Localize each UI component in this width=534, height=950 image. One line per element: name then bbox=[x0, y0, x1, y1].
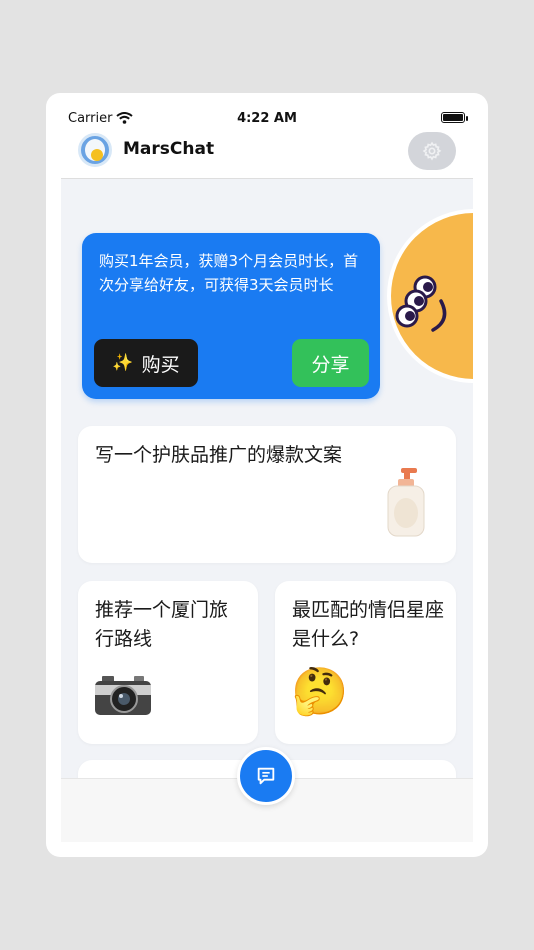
thinking-face-icon: 🤔 bbox=[291, 664, 349, 718]
chat-bubble-icon bbox=[257, 767, 275, 785]
share-button[interactable]: 分享 bbox=[292, 339, 369, 387]
battery-icon bbox=[441, 112, 465, 123]
three-eyed-mascot-icon bbox=[387, 209, 473, 383]
prompt-card-skincare[interactable]: 写一个护肤品推广的爆款文案 bbox=[78, 426, 456, 563]
sparkles-icon: ✨ bbox=[112, 353, 134, 373]
egg-logo-icon bbox=[78, 133, 112, 167]
buy-button[interactable]: ✨ 购买 bbox=[94, 339, 198, 387]
prompt-text: 写一个护肤品推广的爆款文案 bbox=[95, 444, 343, 466]
prompt-card-zodiac[interactable]: 最匹配的情侣星座是什么? 🤔 bbox=[275, 581, 456, 744]
membership-promo-card: 购买1年会员，获赠3个月会员时长，首次分享给好友，可获得3天会员时长 ✨ 购买 … bbox=[82, 233, 380, 399]
prompt-text: 最匹配的情侣星座是什么? bbox=[292, 599, 445, 650]
top-nav-bar: MarsChat bbox=[61, 130, 473, 179]
status-bar: Carrier 4:22 AM bbox=[61, 108, 473, 130]
buy-label: 购买 bbox=[141, 353, 180, 376]
app-screen: Carrier 4:22 AM MarsChat 购买1年会员，获赠3个月会员时… bbox=[61, 108, 473, 842]
promo-text: 购买1年会员，获赠3个月会员时长，首次分享给好友，可获得3天会员时长 bbox=[99, 252, 359, 294]
camera-icon bbox=[95, 676, 151, 715]
settings-button[interactable] bbox=[408, 132, 456, 170]
share-label: 分享 bbox=[311, 353, 350, 376]
gear-icon bbox=[422, 141, 442, 161]
app-title: MarsChat bbox=[123, 139, 215, 159]
chat-button[interactable] bbox=[237, 747, 295, 805]
lotion-bottle-icon bbox=[387, 468, 425, 537]
clock: 4:22 AM bbox=[237, 111, 297, 126]
prompt-card-travel[interactable]: 推荐一个厦门旅行路线 bbox=[78, 581, 258, 744]
battery-tip bbox=[466, 116, 468, 121]
prompt-text: 推荐一个厦门旅行路线 bbox=[95, 599, 229, 650]
